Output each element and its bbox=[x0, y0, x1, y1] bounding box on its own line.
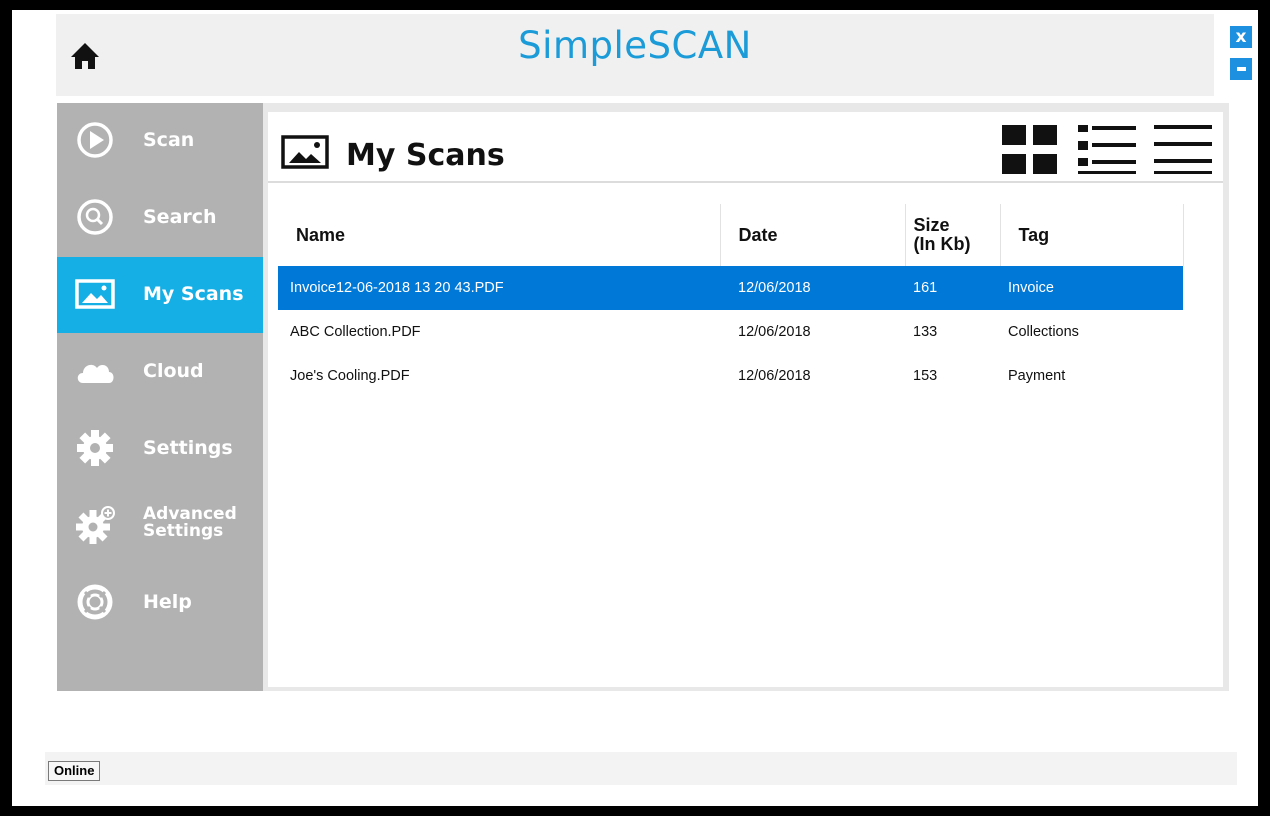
column-header-tag[interactable]: Tag bbox=[1000, 204, 1184, 266]
table-row[interactable]: Joe's Cooling.PDF 12/06/2018 153 Payment bbox=[278, 354, 1183, 398]
minimize-button[interactable] bbox=[1230, 58, 1252, 80]
panel-header: My Scans bbox=[268, 112, 1223, 183]
app-title: SimpleSCAN bbox=[518, 24, 752, 67]
cell-tag: Collections bbox=[1008, 324, 1079, 340]
detail-view-icon bbox=[1078, 125, 1136, 174]
sidebar-item-settings[interactable]: Settings bbox=[57, 411, 263, 487]
column-header-name[interactable]: Name bbox=[278, 204, 721, 266]
play-circle-icon bbox=[77, 122, 113, 158]
sidebar-item-scan[interactable]: Scan bbox=[57, 103, 263, 179]
cloud-icon bbox=[77, 364, 114, 383]
sidebar-item-label: Help bbox=[143, 591, 192, 613]
close-icon: x bbox=[1235, 27, 1247, 47]
my-scans-panel: My Scans Name Date Size (In Kb) Tag Invo… bbox=[268, 112, 1223, 687]
minimize-icon bbox=[1236, 67, 1246, 71]
search-circle-icon bbox=[77, 199, 113, 235]
detail-view-button[interactable] bbox=[1078, 117, 1136, 177]
cell-date: 12/06/2018 bbox=[720, 266, 905, 310]
table-row[interactable]: ABC Collection.PDF 12/06/2018 133 Collec… bbox=[278, 310, 1183, 354]
cell-name: ABC Collection.PDF bbox=[290, 324, 421, 340]
cell-tag: Invoice bbox=[1000, 266, 1183, 310]
image-icon bbox=[75, 279, 115, 309]
sidebar-item-label: Cloud bbox=[143, 360, 204, 382]
gear-icon bbox=[77, 430, 113, 466]
cell-size: 153 bbox=[913, 368, 938, 384]
title-bar: SimpleSCAN bbox=[56, 14, 1214, 96]
list-view-button[interactable] bbox=[1154, 117, 1212, 177]
gear-plus-icon bbox=[76, 506, 115, 544]
sidebar-item-my-scans[interactable]: My Scans bbox=[57, 257, 263, 333]
sidebar-item-help[interactable]: Help bbox=[57, 565, 263, 641]
sidebar-item-search[interactable]: Search bbox=[57, 180, 263, 256]
status-bar: Online bbox=[45, 752, 1237, 785]
cell-tag: Payment bbox=[1008, 368, 1066, 384]
sidebar-item-label: Advanced Settings bbox=[143, 504, 237, 541]
sidebar-item-cloud[interactable]: Cloud bbox=[57, 334, 263, 410]
table-row[interactable]: Invoice12-06-2018 13 20 43.PDF 12/06/201… bbox=[278, 266, 1183, 310]
grid-view-icon bbox=[1002, 125, 1057, 174]
cell-size: 133 bbox=[913, 324, 938, 340]
sidebar-item-label: My Scans bbox=[143, 283, 244, 305]
column-header-date[interactable]: Date bbox=[720, 204, 906, 266]
lifebuoy-icon bbox=[77, 584, 113, 620]
sidebar-item-label: Scan bbox=[143, 129, 195, 151]
cell-size: 161 bbox=[905, 266, 1000, 310]
connection-status-badge: Online bbox=[48, 761, 101, 781]
grid-view-button[interactable] bbox=[1002, 117, 1060, 177]
cell-date: 12/06/2018 bbox=[738, 368, 811, 384]
image-icon bbox=[281, 135, 329, 169]
scans-table: Name Date Size (In Kb) Tag Invoice12-06-2… bbox=[278, 204, 1184, 398]
sidebar: Scan Search My Scans Cloud Settings Adva… bbox=[57, 103, 263, 691]
cell-name: Invoice12-06-2018 13 20 43.PDF bbox=[278, 266, 720, 310]
cell-name: Joe's Cooling.PDF bbox=[290, 368, 410, 384]
page-title: My Scans bbox=[346, 138, 505, 173]
close-button[interactable]: x bbox=[1230, 26, 1252, 48]
table-header-row: Name Date Size (In Kb) Tag bbox=[278, 204, 1184, 266]
list-view-icon bbox=[1154, 125, 1212, 174]
column-header-size[interactable]: Size (In Kb) bbox=[905, 204, 1001, 266]
sidebar-item-label: Search bbox=[143, 206, 217, 228]
cell-date: 12/06/2018 bbox=[738, 324, 811, 340]
sidebar-item-label: Settings bbox=[143, 437, 233, 459]
sidebar-item-advanced-settings[interactable]: Advanced Settings bbox=[57, 488, 263, 564]
app-window: SimpleSCAN x Scan Search My Scans Cloud … bbox=[12, 10, 1258, 806]
